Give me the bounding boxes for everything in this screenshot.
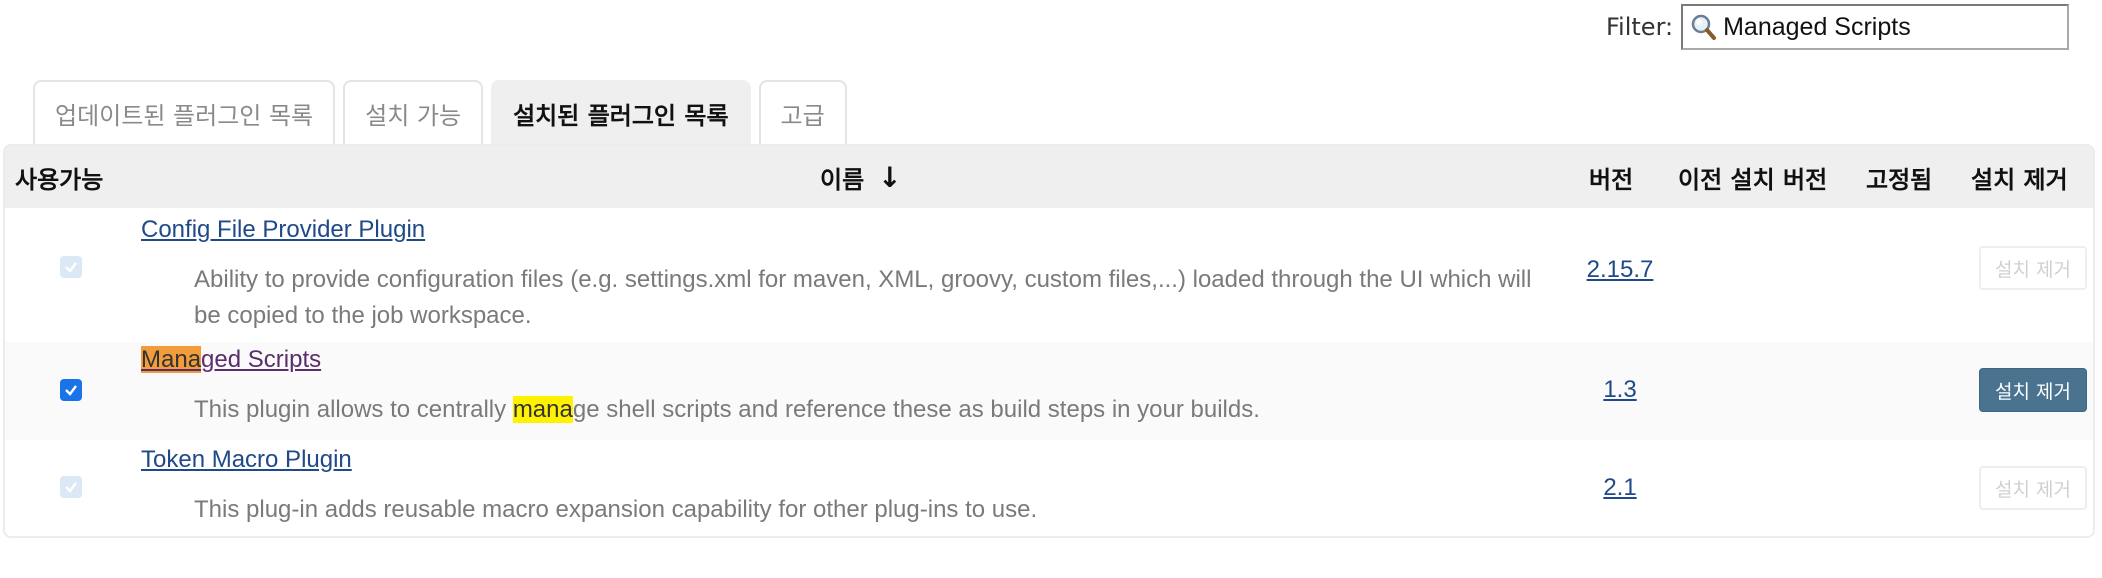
enable-checkbox <box>60 256 82 278</box>
plugin-version-link[interactable]: 2.15.7 <box>1565 256 1675 284</box>
plugin-manager-tabs: 업데이트된 플러그인 목록 설치 가능 설치된 플러그인 목록 고급 <box>33 80 847 144</box>
tab-updates[interactable]: 업데이트된 플러그인 목록 <box>33 80 336 144</box>
plugin-name-link[interactable]: Token Macro Plugin <box>141 446 352 474</box>
filter-bar: Filter: <box>1606 4 2070 50</box>
table-header: 사용가능 이름 ↓ 버전 이전 설치 버전 고정됨 설치 제거 <box>5 146 2093 208</box>
uninstall-button[interactable]: 설치 제거 <box>1979 246 2087 290</box>
plugin-description: This plug-in adds reusable macro expansi… <box>194 496 1038 523</box>
magnifier-icon <box>1691 14 1717 40</box>
uninstall-button[interactable]: 설치 제거 <box>1979 368 2087 412</box>
enable-checkbox <box>60 476 82 498</box>
enable-checkbox[interactable] <box>60 379 82 401</box>
checkmark-icon <box>65 262 77 273</box>
plugin-description: Ability to provide configuration files (… <box>194 266 1532 329</box>
filter-input[interactable] <box>1723 12 2054 42</box>
table-row: Config File Provider Plugin Ability to p… <box>5 208 2093 342</box>
table-row: Managed Scripts This plugin allows to ce… <box>5 342 2093 440</box>
checkmark-icon <box>65 482 77 493</box>
plugin-name-rest: ged Scripts <box>201 346 322 373</box>
header-previous-version[interactable]: 이전 설치 버전 <box>1678 146 1827 208</box>
filter-field[interactable] <box>1681 4 2070 50</box>
plugin-version-link[interactable]: 1.3 <box>1565 376 1675 404</box>
table-row: Token Macro Plugin This plug-in adds reu… <box>5 440 2093 536</box>
checkmark-icon <box>65 385 77 396</box>
plugin-description: This plugin allows to centrally manage s… <box>194 392 1534 428</box>
header-name-label: 이름 <box>820 165 865 194</box>
tab-available[interactable]: 설치 가능 <box>343 80 484 144</box>
plugin-name-link[interactable]: Config File Provider Plugin <box>141 216 425 244</box>
filter-match-highlight: Mana <box>141 346 202 373</box>
tab-installed[interactable]: 설치된 플러그인 목록 <box>491 80 751 144</box>
installed-plugins-table: 사용가능 이름 ↓ 버전 이전 설치 버전 고정됨 설치 제거 Config F… <box>3 144 2095 538</box>
description-prefix: This plugin allows to centrally <box>194 396 513 423</box>
filter-label: Filter: <box>1606 13 1674 41</box>
filter-match-highlight: mana <box>512 396 573 423</box>
header-enabled[interactable]: 사용가능 <box>15 146 103 208</box>
sort-arrow-icon: ↓ <box>878 160 902 194</box>
header-name[interactable]: 이름 ↓ <box>820 146 902 208</box>
header-version[interactable]: 버전 <box>1589 146 1633 208</box>
plugin-name-link[interactable]: Managed Scripts <box>141 346 321 374</box>
description-suffix: ge shell scripts and reference these as … <box>572 396 1260 423</box>
uninstall-button[interactable]: 설치 제거 <box>1979 466 2087 510</box>
header-uninstall[interactable]: 설치 제거 <box>1971 146 2068 208</box>
header-pinned[interactable]: 고정됨 <box>1866 146 1932 208</box>
tab-advanced[interactable]: 고급 <box>758 80 847 144</box>
plugin-version-link[interactable]: 2.1 <box>1565 474 1675 502</box>
